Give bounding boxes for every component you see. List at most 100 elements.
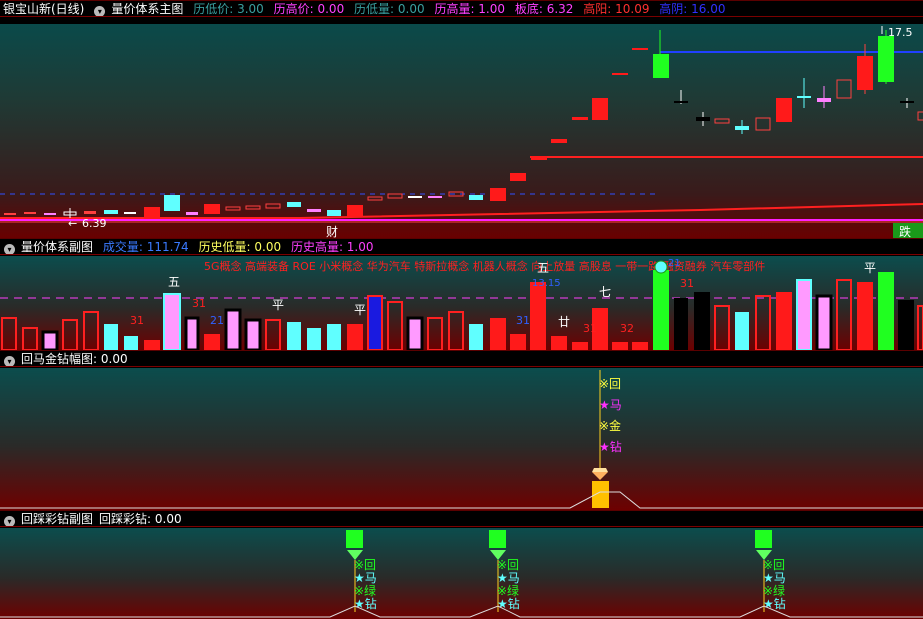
- sub1-label-6: 31: [583, 322, 597, 335]
- colored-diamond-signal-2: ※回 ★马 ※绿 ★钻: [489, 530, 520, 612]
- candle: [836, 79, 852, 99]
- candle: [367, 196, 383, 201]
- sub3-header: ▾ 回踩彩钻副图 回踩彩钻: 0.00: [0, 510, 923, 527]
- candle: [878, 36, 894, 82]
- sub2-value: : 0.00: [93, 352, 128, 366]
- signal-line-2: ※金: [599, 418, 621, 433]
- candle: [287, 202, 301, 207]
- sub2-menu-icon[interactable]: ▾: [4, 356, 15, 366]
- main-indicator-name[interactable]: 量价体系主图: [111, 2, 183, 16]
- candle: [632, 48, 648, 50]
- sub1-label-12: 32: [620, 322, 634, 335]
- vol-bar: [917, 305, 923, 350]
- vol-bar: [490, 318, 506, 350]
- stock-title[interactable]: 银宝山新(日线): [3, 2, 84, 16]
- candle: [674, 101, 688, 103]
- vol-bar: [857, 282, 873, 350]
- sig3-line-3: ★钻: [763, 596, 786, 611]
- sig2-line-0: ※回: [497, 558, 519, 572]
- sub1-indicator-name[interactable]: 量价体系副图: [21, 240, 93, 254]
- candle: [387, 193, 403, 199]
- vol-bar: [41, 330, 59, 350]
- main-field-6: 高阴: 16.00: [659, 2, 726, 16]
- sub3-indicator-name[interactable]: 回踩彩钻副图: [21, 512, 93, 526]
- indicator-menu-icon[interactable]: ▾: [94, 6, 106, 16]
- vol-bar: [510, 334, 526, 350]
- vol-bar: [632, 342, 648, 350]
- sub1-chart-area[interactable]: 5G概念 高端装备 ROE 小米概念 华为汽车 特斯拉概念 机器人概念 向上放量…: [0, 256, 923, 350]
- sig2-line-2: ※绿: [497, 583, 519, 598]
- main-field-2: 历低量: 0.00: [354, 2, 425, 16]
- candle: [144, 207, 160, 219]
- colored-diamond-signal-3: ※回 ★马 ※绿 ★钻: [755, 530, 786, 612]
- sub2-indicator-name[interactable]: 回马金钻幅图: [21, 352, 93, 366]
- candle: [797, 96, 811, 98]
- vol-bar: [735, 312, 749, 350]
- sub3-chart-svg: ※回 ★马 ※绿 ★钻 ※回 ★马 ※绿 ★钻 ※回 ★马 ※绿 ★钻: [0, 530, 923, 618]
- vol-bar: [144, 340, 160, 350]
- sub1-label-1: 31: [192, 297, 206, 310]
- diamond-icon-top: [592, 468, 608, 472]
- candle: [204, 204, 220, 214]
- sig3-line-1: ★马: [763, 571, 786, 585]
- candle: [612, 73, 628, 75]
- sub1-label-0: 五: [168, 275, 180, 289]
- candle: [653, 54, 669, 78]
- sub1-label-9: 廿: [558, 315, 570, 329]
- vol-bar: [448, 311, 464, 350]
- sub1-label-11: 七: [599, 285, 611, 299]
- sub3-menu-icon[interactable]: ▾: [4, 516, 15, 526]
- sub1-label-5: 平: [354, 303, 366, 317]
- concept-ticker: 5G概念 高端装备 ROE 小米概念 华为汽车 特斯拉概念 机器人概念 向上放量…: [204, 259, 765, 273]
- vol-bar: [184, 316, 200, 350]
- vol-bar: [244, 318, 262, 350]
- sub3-value: 回踩彩钻: 0.00: [99, 512, 182, 526]
- candle: [327, 210, 341, 216]
- vol-bar: [612, 342, 628, 350]
- sub1-field-0: 成交量: 111.74: [102, 240, 189, 254]
- main-chart-area[interactable]: 17.5 ← 6.39 财 跌: [0, 24, 923, 238]
- candle: [408, 196, 422, 198]
- candle: [696, 117, 710, 121]
- low-label: 6.39: [82, 217, 107, 230]
- candle: [900, 101, 914, 103]
- sig1-line-2: ※绿: [354, 583, 376, 598]
- vol-bar: [427, 317, 443, 350]
- colored-diamond-signal-1: ※回 ★马 ※绿 ★钻: [346, 530, 377, 612]
- vol-bar: [755, 295, 771, 350]
- candle: [572, 117, 588, 120]
- volume-bars: [1, 270, 923, 350]
- sub2-header: ▾ 回马金钻幅图: 0.00: [0, 350, 923, 367]
- diamond-icon: [592, 472, 608, 480]
- candle: [510, 173, 526, 181]
- vol-bar: [776, 292, 792, 350]
- vol-bar: [898, 300, 914, 350]
- vol-bar: [62, 319, 78, 350]
- sub1-field-1: 历史低量: 0.00: [198, 240, 282, 254]
- signal-line-0: ※回: [599, 377, 621, 391]
- sub1-menu-icon[interactable]: ▾: [4, 244, 15, 254]
- baseline-red: [0, 203, 923, 219]
- candle: [186, 212, 198, 215]
- signal-diamond-icon: [654, 260, 668, 274]
- vol-bar: [287, 322, 301, 350]
- sub1-field-2: 历史高量: 1.00: [290, 240, 374, 254]
- candle: [531, 156, 547, 160]
- sig1-line-0: ※回: [354, 558, 376, 572]
- signal-bar: [489, 530, 506, 548]
- vol-bar: [653, 270, 669, 350]
- candle: [307, 209, 321, 212]
- sig1-line-3: ★钻: [354, 596, 377, 611]
- sub3-chart-area[interactable]: ※回 ★马 ※绿 ★钻 ※回 ★马 ※绿 ★钻 ※回 ★马 ※绿 ★钻: [0, 528, 923, 619]
- candle: [714, 118, 730, 124]
- signal-line-3: ★钻: [599, 439, 622, 454]
- vol-bar: [265, 319, 281, 350]
- candle: [124, 212, 136, 214]
- vol-bar: [836, 279, 852, 350]
- candle: [265, 203, 281, 209]
- sub1-label-10: 31: [516, 314, 530, 327]
- vol-bar: [104, 324, 118, 350]
- sub2-chart-area[interactable]: ※回 ★马 ※金 ★钻: [0, 368, 923, 510]
- vol-bar: [796, 279, 812, 350]
- sub1-label-4: 31: [130, 314, 144, 327]
